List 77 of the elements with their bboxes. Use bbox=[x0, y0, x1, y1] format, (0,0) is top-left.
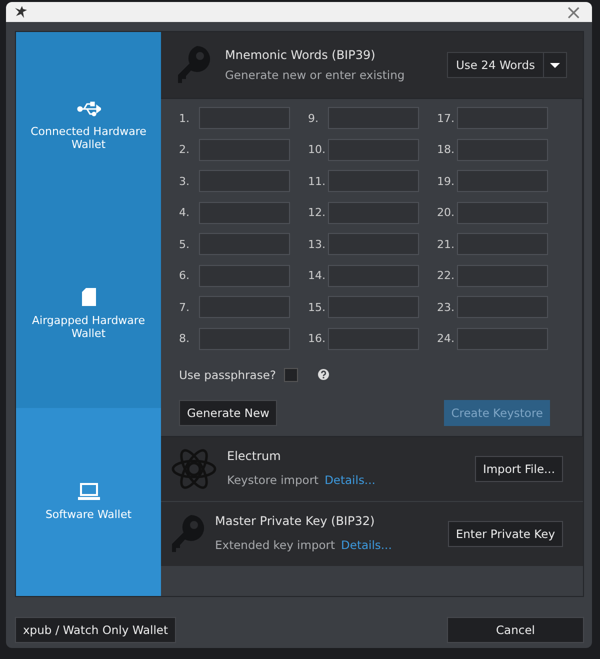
word-field[interactable] bbox=[199, 202, 290, 224]
word-field[interactable] bbox=[199, 328, 290, 350]
word-field[interactable] bbox=[457, 107, 548, 129]
option-subtitle: Extended key import bbox=[215, 538, 336, 552]
generate-new-button[interactable]: Generate New bbox=[179, 400, 278, 426]
word-number: 16. bbox=[308, 332, 326, 345]
passphrase-label: Use passphrase? bbox=[179, 368, 276, 382]
word-field[interactable] bbox=[328, 328, 419, 350]
word-number: 18. bbox=[437, 143, 456, 156]
word-number: 1. bbox=[179, 112, 190, 124]
word-field[interactable] bbox=[328, 296, 419, 318]
word-number: 6. bbox=[179, 269, 190, 282]
details-link[interactable]: Details... bbox=[324, 473, 376, 487]
details-link[interactable]: Details... bbox=[341, 538, 392, 552]
word-number: 14. bbox=[308, 269, 326, 282]
help-icon bbox=[318, 369, 330, 380]
word-number: 10. bbox=[308, 143, 326, 156]
option-subtitle: Keystore import bbox=[227, 473, 319, 487]
word-number: 24. bbox=[437, 332, 456, 345]
word-number: 15. bbox=[308, 300, 326, 314]
passphrase-checkbox[interactable] bbox=[284, 368, 298, 382]
word-field[interactable] bbox=[328, 264, 419, 286]
word-field[interactable] bbox=[457, 296, 548, 318]
cancel-button[interactable]: Cancel bbox=[447, 617, 584, 643]
word-number: 21. bbox=[437, 238, 456, 250]
sidebar-label: Software Wallet bbox=[45, 508, 132, 521]
section-title: Mnemonic Words (BIP39) bbox=[225, 48, 376, 62]
word-field[interactable] bbox=[328, 202, 419, 224]
close-button[interactable]: × bbox=[563, 2, 584, 22]
word-field[interactable] bbox=[457, 233, 548, 255]
word-field[interactable] bbox=[457, 264, 548, 286]
word-number: 22. bbox=[437, 269, 456, 282]
word-number: 7. bbox=[179, 300, 190, 314]
section-subtitle: Generate new or enter existing bbox=[225, 68, 406, 82]
word-field[interactable] bbox=[328, 107, 419, 129]
word-number: 12. bbox=[308, 206, 326, 219]
sidebar-label: Connected Hardware Wallet bbox=[30, 125, 147, 151]
word-number: 13. bbox=[308, 238, 326, 250]
word-field[interactable] bbox=[199, 138, 290, 160]
word-count-dropdown[interactable]: Use 24 Words bbox=[447, 52, 567, 78]
import-button[interactable]: Import File... bbox=[474, 456, 563, 482]
word-field[interactable] bbox=[199, 170, 290, 192]
caret-icon bbox=[550, 62, 560, 68]
word-field[interactable] bbox=[199, 264, 290, 286]
word-field[interactable] bbox=[457, 170, 548, 192]
watch-only-button[interactable]: xpub / Watch Only Wallet bbox=[15, 617, 176, 643]
word-number: 3. bbox=[179, 174, 190, 188]
word-number: 19. bbox=[437, 174, 456, 188]
word-number: 5. bbox=[179, 238, 190, 250]
atom-icon bbox=[171, 448, 217, 490]
word-field[interactable] bbox=[457, 328, 548, 350]
word-number: 11. bbox=[308, 174, 326, 188]
word-number: 9. bbox=[308, 112, 320, 124]
word-field[interactable] bbox=[457, 202, 548, 224]
word-number: 17. bbox=[437, 112, 456, 124]
word-field[interactable] bbox=[457, 138, 548, 160]
option-title: Master Private Key (BIP32) bbox=[215, 514, 376, 528]
key-icon bbox=[177, 45, 211, 85]
word-number: 8. bbox=[179, 332, 190, 345]
sidebar-item[interactable]: Software Wallet bbox=[16, 408, 161, 596]
word-field[interactable] bbox=[328, 138, 419, 160]
word-number: 4. bbox=[179, 206, 190, 219]
word-field[interactable] bbox=[328, 233, 419, 255]
word-field[interactable] bbox=[199, 107, 290, 129]
word-field[interactable] bbox=[199, 233, 290, 255]
import-button[interactable]: Enter Private Key bbox=[448, 520, 563, 546]
sd-card-icon bbox=[82, 288, 96, 306]
key-icon bbox=[171, 514, 205, 554]
laptop-icon bbox=[78, 483, 100, 500]
word-number: 2. bbox=[179, 143, 190, 156]
word-field[interactable] bbox=[199, 296, 290, 318]
sidebar-label: Airgapped Hardware Wallet bbox=[31, 314, 146, 340]
option-title: Electrum bbox=[227, 449, 282, 463]
usb-icon bbox=[76, 101, 100, 117]
word-number: 23. bbox=[437, 300, 456, 314]
word-number: 20. bbox=[437, 206, 456, 219]
word-field[interactable] bbox=[328, 170, 419, 192]
